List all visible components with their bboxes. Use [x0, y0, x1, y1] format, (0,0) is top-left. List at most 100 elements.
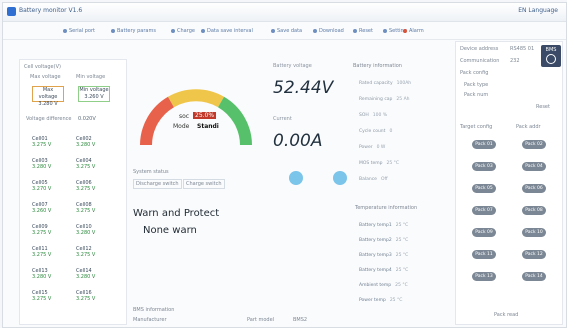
- temperature-row: Battery temp3 25 °C: [359, 253, 408, 258]
- protocol-label: Communication: [460, 58, 500, 64]
- pack-button[interactable]: Pack 10: [522, 228, 546, 237]
- temp-key: Power temp: [359, 298, 386, 303]
- app-title: Battery monitor V1.6: [19, 7, 83, 14]
- info-key: Remaining cap: [359, 97, 393, 102]
- battery-voltage-label: Battery voltage: [273, 63, 312, 69]
- cell-voltage-panel: Cell voltage(V) Max voltage Min voltage …: [19, 59, 127, 325]
- battery-info-row: Remaining cap 25 Ah: [359, 97, 410, 102]
- toolbar-alarm[interactable]: Alarm: [403, 28, 424, 34]
- pack-button[interactable]: Pack 09: [472, 228, 496, 237]
- pack-button[interactable]: Pack 03: [472, 162, 496, 171]
- reset-icon: [353, 28, 357, 33]
- cell-value: 3.275 V: [32, 142, 52, 148]
- pack-button[interactable]: Pack 14: [522, 272, 546, 281]
- cell-value: 3.270 V: [32, 186, 52, 192]
- pack-button[interactable]: Pack 07: [472, 206, 496, 215]
- bms-ring-icon: [546, 54, 556, 64]
- config-label: Pack config: [460, 70, 489, 76]
- info-key: SOH: [359, 113, 369, 118]
- info-key: Cycle count: [359, 129, 386, 134]
- info-value: 0 W: [376, 145, 386, 150]
- current-value: 0.00A: [273, 131, 323, 151]
- battery-info-row: Rated capacity 100Ah: [359, 81, 411, 86]
- charge-switch[interactable]: Charge switch: [183, 179, 225, 189]
- pack-button[interactable]: Pack 06: [522, 184, 546, 193]
- toolbar-charge[interactable]: Charge: [171, 28, 195, 34]
- cell-voltage-title: Cell voltage(V): [24, 64, 61, 70]
- toolbar-save-data[interactable]: Save data: [271, 28, 302, 34]
- download-icon: [313, 28, 317, 33]
- comm-label: BMS information: [133, 307, 175, 313]
- max-voltage-value: 3.280 V: [38, 101, 58, 107]
- model-label: Part model: [247, 317, 275, 323]
- cell-item: Cell14 3.280 V: [76, 268, 95, 280]
- right-panel: Device address RS485 01 Communication 23…: [455, 41, 563, 325]
- battery-icon: [111, 28, 115, 33]
- soc-label: soc: [179, 113, 190, 120]
- reset-button[interactable]: Reset: [536, 104, 550, 110]
- voltage-diff-value: 0.020V: [78, 116, 96, 122]
- temp-key: Battery temp4: [359, 268, 392, 273]
- info-value: 0: [389, 129, 393, 134]
- pack-button[interactable]: Pack 12: [522, 250, 546, 259]
- warn-value: None warn: [143, 225, 197, 236]
- discharge-switch[interactable]: Discharge switch: [133, 179, 182, 189]
- pack-num-label: Pack num: [464, 92, 489, 98]
- cell-value: 3.275 V: [76, 208, 96, 214]
- charge-icon: [171, 28, 175, 33]
- mode-value: Standi: [197, 123, 219, 130]
- app-window: Battery monitor V1.6 EN Language Serial …: [2, 2, 567, 328]
- pack-button[interactable]: Pack 13: [472, 272, 496, 281]
- temperature-row: Battery temp1 25 °C: [359, 223, 408, 228]
- battery-voltage-value: 52.44V: [273, 78, 334, 98]
- cell-value: 3.280 V: [76, 230, 96, 236]
- cell-item: Cell07 3.260 V: [32, 202, 51, 214]
- toolbar-reset[interactable]: Reset: [353, 28, 373, 34]
- pack-read-button[interactable]: Pack read: [494, 312, 518, 318]
- temperature-row: Battery temp2 25 °C: [359, 238, 408, 243]
- cell-value: 3.275 V: [76, 296, 96, 302]
- app-icon: [7, 7, 16, 16]
- gauge-red-arc: [140, 96, 175, 146]
- cell-value: 3.280 V: [76, 274, 96, 280]
- info-key: MOS temp: [359, 161, 383, 166]
- pack-button[interactable]: Pack 11: [472, 250, 496, 259]
- pack-button[interactable]: Pack 05: [472, 184, 496, 193]
- cell-item: Cell08 3.275 V: [76, 202, 95, 214]
- temp-value: 25 °C: [389, 298, 403, 303]
- pack-button[interactable]: Pack 01: [472, 140, 496, 149]
- save-icon: [271, 28, 275, 33]
- temperature-row: Battery temp4 25 °C: [359, 268, 408, 273]
- cell-item: Cell15 3.275 V: [32, 290, 51, 302]
- cell-item: Cell05 3.270 V: [32, 180, 51, 192]
- min-voltage-value: 3.260 V: [84, 94, 104, 100]
- toolbar-download[interactable]: Download: [313, 28, 344, 34]
- cell-value: 3.275 V: [32, 230, 52, 236]
- pack-button[interactable]: Pack 04: [522, 162, 546, 171]
- bms-icon: BMS: [541, 45, 561, 67]
- target-config-label: Target config: [460, 124, 493, 130]
- address-label: Device address: [460, 46, 499, 52]
- cell-item: Cell10 3.280 V: [76, 224, 95, 236]
- battery-info-title: Battery information: [353, 63, 402, 69]
- battery-info-row: SOH 100 %: [359, 113, 387, 118]
- cell-item: Cell02 3.280 V: [76, 136, 95, 148]
- temp-value: 25 °C: [395, 268, 409, 273]
- manufacturer-label: Manufacturer: [133, 317, 167, 323]
- pack-button[interactable]: Pack 08: [522, 206, 546, 215]
- serial-icon: [63, 28, 67, 33]
- info-key: Balance: [359, 177, 377, 182]
- toolbar-battery-params[interactable]: Battery params: [111, 28, 156, 34]
- temp-value: 25 °C: [395, 238, 409, 243]
- temperature-row: Ambient temp 25 °C: [359, 283, 408, 288]
- protocol-value: 232: [510, 58, 520, 64]
- pack-button[interactable]: Pack 02: [522, 140, 546, 149]
- cell-value: 3.275 V: [32, 296, 52, 302]
- temperature-row: Power temp 25 °C: [359, 298, 402, 303]
- toolbar-save-interval[interactable]: Data save interval: [201, 28, 253, 34]
- cell-value: 3.275 V: [32, 252, 52, 258]
- toolbar: Serial port Battery params Charge Data s…: [3, 25, 566, 40]
- toolbar-serial-port[interactable]: Serial port: [63, 28, 95, 34]
- language-label[interactable]: EN Language: [518, 7, 558, 14]
- cell-item: Cell04 3.275 V: [76, 158, 95, 170]
